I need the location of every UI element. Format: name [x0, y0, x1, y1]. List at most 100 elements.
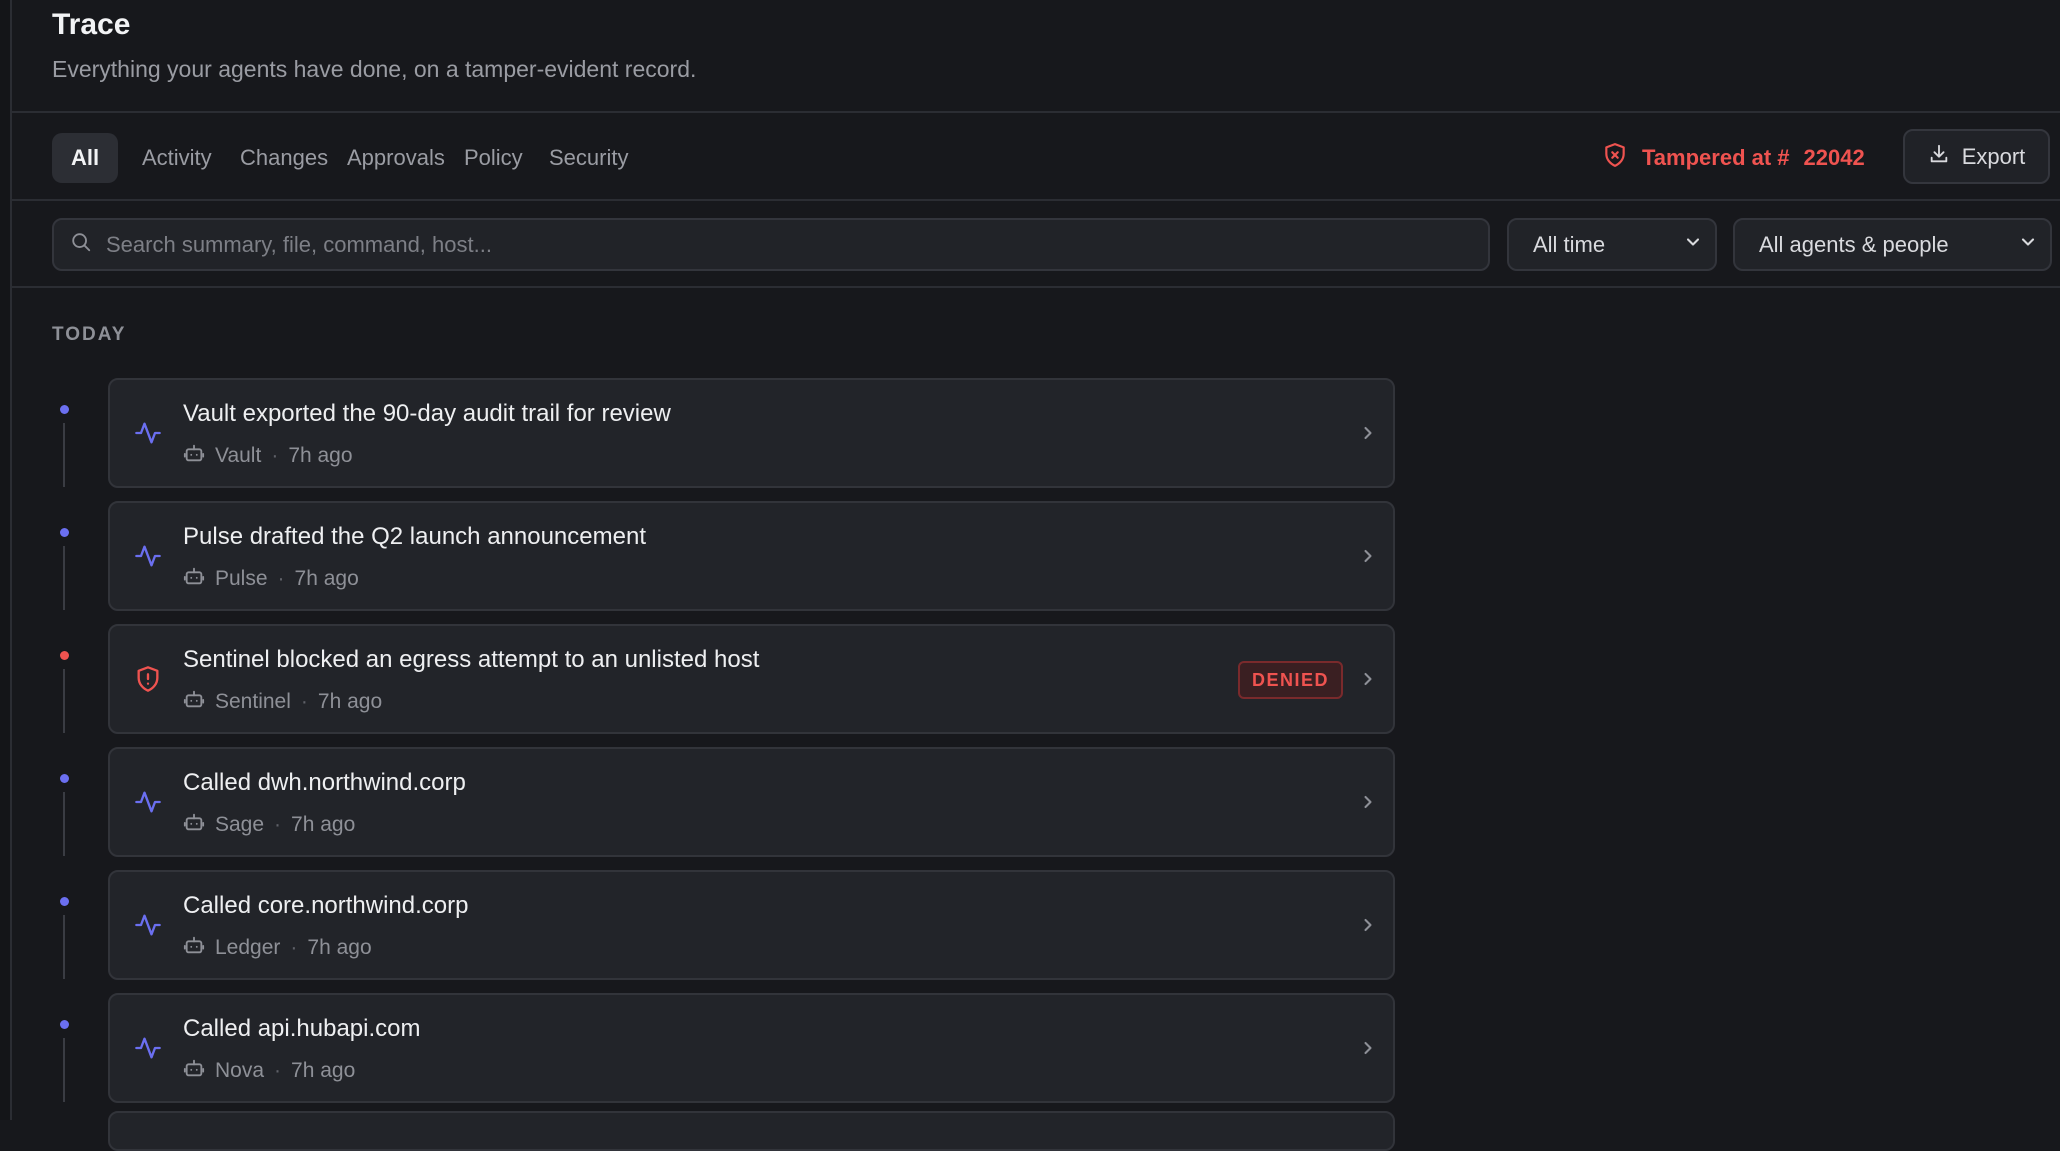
timeline-dot	[60, 405, 69, 414]
timeline-connector	[63, 546, 65, 610]
event-title: Called dwh.northwind.corp	[183, 769, 466, 796]
tab-policy[interactable]: Policy	[445, 133, 542, 183]
activity-icon	[134, 419, 162, 447]
meta-separator: ·	[274, 1059, 282, 1082]
actor-filter-value: All agents & people	[1759, 231, 1949, 257]
timeline-dot	[60, 651, 69, 660]
event-meta: Pulse · 7h ago	[183, 565, 359, 593]
timeline-row: Called core.northwind.corp Ledger · 7h a…	[12, 870, 1412, 980]
time-filter-value: All time	[1533, 231, 1606, 257]
activity-icon	[134, 788, 162, 816]
chevron-right-icon	[1358, 915, 1378, 935]
meta-separator: ·	[277, 567, 285, 590]
search-icon	[70, 231, 92, 258]
activity-icon	[134, 542, 162, 570]
event-meta: Ledger · 7h ago	[183, 934, 372, 962]
timeline-row: Sentinel blocked an egress attempt to an…	[12, 624, 1412, 734]
section-label-today: TODAY	[52, 324, 127, 345]
event-card[interactable]: Called core.northwind.corp Ledger · 7h a…	[108, 870, 1395, 980]
bot-icon	[183, 811, 205, 839]
tab-all[interactable]: All	[52, 133, 119, 183]
event-title: Vault exported the 90-day audit trail fo…	[183, 400, 671, 427]
event-card[interactable]: Called dwh.northwind.corp Sage · 7h ago	[108, 747, 1395, 857]
chevron-down-icon	[1683, 232, 1703, 258]
event-card[interactable]: Sentinel blocked an egress attempt to an…	[108, 624, 1395, 734]
meta-separator: ·	[274, 813, 282, 836]
activity-icon	[134, 911, 162, 939]
activity-icon	[134, 1034, 162, 1062]
timeline-connector	[63, 915, 65, 979]
event-time: 7h ago	[307, 936, 372, 959]
actor-filter-select[interactable]: All agents & people	[1733, 218, 2052, 271]
event-actor: Sage	[215, 813, 265, 836]
event-actor: Nova	[215, 1059, 265, 1082]
search-input[interactable]	[106, 231, 1456, 258]
search-box[interactable]	[52, 218, 1490, 271]
meta-separator: ·	[271, 444, 279, 467]
timeline-row: Pulse drafted the Q2 launch announcement…	[12, 501, 1412, 611]
filters-bar: All time All agents & people	[12, 201, 2060, 288]
bot-icon	[183, 442, 205, 470]
event-title: Sentinel blocked an egress attempt to an…	[183, 646, 760, 673]
chevron-right-icon	[1358, 423, 1378, 443]
timeline-row: Vault exported the 90-day audit trail fo…	[12, 378, 1412, 488]
timeline-connector	[63, 792, 65, 856]
meta-separator: ·	[300, 690, 308, 713]
time-filter-select[interactable]: All time	[1507, 218, 1717, 271]
page-header: Trace Everything your agents have done, …	[12, 0, 2060, 113]
timeline-dot	[60, 1020, 69, 1029]
event-title: Called api.hubapi.com	[183, 1015, 421, 1042]
tab-approvals[interactable]: Approvals	[328, 133, 464, 183]
shield-x-icon	[1602, 142, 1628, 174]
timeline-dot	[60, 897, 69, 906]
event-meta: Vault · 7h ago	[183, 442, 353, 470]
event-time: 7h ago	[291, 813, 356, 836]
chevron-right-icon	[1358, 792, 1378, 812]
event-meta: Nova · 7h ago	[183, 1057, 355, 1085]
event-meta: Sage · 7h ago	[183, 811, 355, 839]
bot-icon	[183, 1057, 205, 1085]
event-card[interactable]: Pulse drafted the Q2 launch announcement…	[108, 501, 1395, 611]
timeline-connector	[63, 669, 65, 733]
timeline-row: Called api.hubapi.com Nova · 7h ago	[12, 993, 1412, 1103]
event-card[interactable]: Called api.hubapi.com Nova · 7h ago	[108, 993, 1395, 1103]
timeline-connector	[63, 423, 65, 487]
tamper-label: Tampered at #	[1642, 145, 1790, 170]
event-actor: Vault	[215, 444, 262, 467]
event-actor: Sentinel	[215, 690, 291, 713]
tamper-indicator[interactable]: Tampered at # 22042	[1602, 133, 1865, 183]
event-time: 7h ago	[294, 567, 359, 590]
chevron-right-icon	[1358, 669, 1378, 689]
export-button[interactable]: Export	[1903, 129, 2050, 184]
timeline-dot	[60, 528, 69, 537]
event-actor: Pulse	[215, 567, 268, 590]
trace-page: Trace Everything your agents have done, …	[12, 0, 2060, 1120]
tab-security[interactable]: Security	[530, 133, 647, 183]
download-icon	[1928, 143, 1950, 171]
timeline-dot	[60, 774, 69, 783]
event-title: Called core.northwind.corp	[183, 892, 469, 919]
event-card-partial[interactable]	[108, 1111, 1395, 1151]
left-rail	[0, 0, 12, 1120]
timeline-row: Called dwh.northwind.corp Sage · 7h ago	[12, 747, 1412, 857]
bot-icon	[183, 565, 205, 593]
page-title: Trace	[52, 8, 131, 41]
bot-icon	[183, 934, 205, 962]
event-actor: Ledger	[215, 936, 281, 959]
bot-icon	[183, 688, 205, 716]
event-time: 7h ago	[291, 1059, 356, 1082]
status-badge-denied: DENIED	[1238, 661, 1344, 699]
timeline-connector	[63, 1038, 65, 1102]
shield-alert-icon	[134, 665, 162, 693]
event-card[interactable]: Vault exported the 90-day audit trail fo…	[108, 378, 1395, 488]
tabs-bar: All Activity Changes Approvals Policy Se…	[12, 113, 2060, 201]
event-title: Pulse drafted the Q2 launch announcement	[183, 523, 646, 550]
page-subtitle: Everything your agents have done, on a t…	[52, 56, 697, 82]
event-meta: Sentinel · 7h ago	[183, 688, 382, 716]
event-time: 7h ago	[317, 690, 383, 713]
chevron-right-icon	[1358, 1038, 1378, 1058]
chevron-right-icon	[1358, 546, 1378, 566]
event-time: 7h ago	[288, 444, 353, 467]
tab-activity[interactable]: Activity	[123, 133, 231, 183]
meta-separator: ·	[290, 936, 298, 959]
